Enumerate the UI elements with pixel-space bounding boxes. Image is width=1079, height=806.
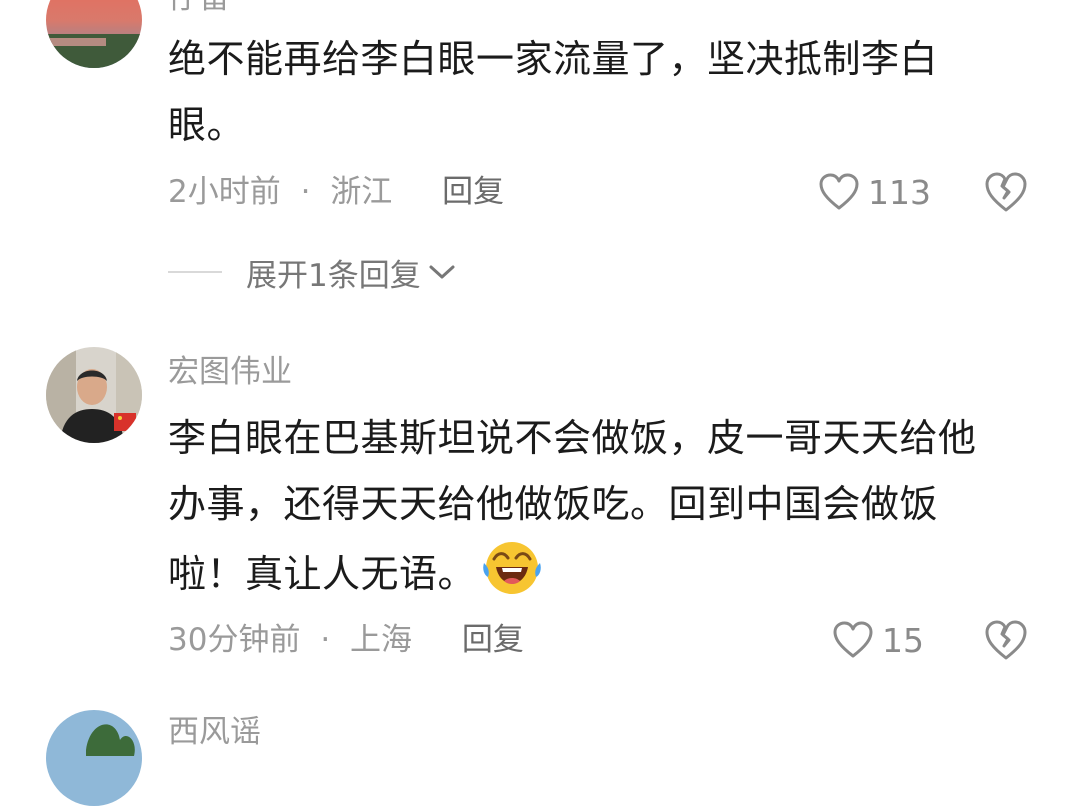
meta-separator: · (300, 174, 311, 210)
chevron-down-icon (429, 265, 455, 279)
broken-heart-icon (985, 620, 1027, 660)
meta-separator: · (320, 622, 331, 658)
like-count: 15 (882, 620, 924, 660)
comment-text-line: 眼。 (168, 103, 246, 147)
comment-username[interactable]: 西风谣 (168, 712, 261, 752)
dislike-button[interactable] (983, 170, 1029, 214)
comment-text: 李白眼在巴基斯坦说不会做饭，皮一哥天天给他 办事，还得天天给他做饭吃。回到中国会… (168, 405, 1048, 607)
comment-text-segment: 啦！真让人无语。 (168, 552, 477, 596)
comment-meta: 30分钟前 · 上海 回复 (168, 618, 524, 662)
comment-text-line: 绝不能再给李白眼一家流量了，坚决抵制李白 (168, 37, 939, 81)
crying-laughing-emoji-icon (483, 542, 541, 594)
comment-meta: 2小时前 · 浙江 回复 (168, 170, 504, 214)
expand-replies-button[interactable]: 展开1条回复 (168, 250, 457, 294)
avatar[interactable] (46, 347, 142, 443)
comment-time: 2小时前 (168, 174, 281, 210)
expand-replies-label: 展开1条回复 (246, 257, 421, 294)
comment-text-line: 办事，还得天天给他做饭吃。回到中国会做饭 (168, 482, 939, 526)
comment-text: 绝不能再给李白眼一家流量了，坚决抵制李白 眼。 (168, 26, 1048, 158)
broken-heart-icon (985, 172, 1027, 212)
reply-button[interactable]: 回复 (462, 622, 524, 658)
avatar[interactable] (46, 710, 142, 806)
like-button[interactable]: 113 (818, 170, 931, 214)
comment-username[interactable]: 仔雷 (168, 0, 230, 18)
heart-outline-icon (819, 173, 859, 210)
avatar[interactable] (46, 0, 142, 68)
like-count: 113 (868, 172, 931, 212)
comment-location: 浙江 (330, 174, 393, 210)
comment-time: 30分钟前 (168, 622, 301, 658)
heart-outline-icon (833, 621, 873, 658)
comment-location: 上海 (350, 622, 413, 658)
comment-username[interactable]: 宏图伟业 (168, 352, 292, 392)
dislike-button[interactable] (983, 618, 1029, 662)
comment-text-line: 啦！真让人无语。 (168, 537, 1048, 607)
comment-text-line: 李白眼在巴基斯坦说不会做饭，皮一哥天天给他 (168, 416, 977, 460)
divider-line (168, 271, 222, 273)
like-button[interactable]: 15 (832, 618, 924, 662)
reply-button[interactable]: 回复 (442, 174, 504, 210)
